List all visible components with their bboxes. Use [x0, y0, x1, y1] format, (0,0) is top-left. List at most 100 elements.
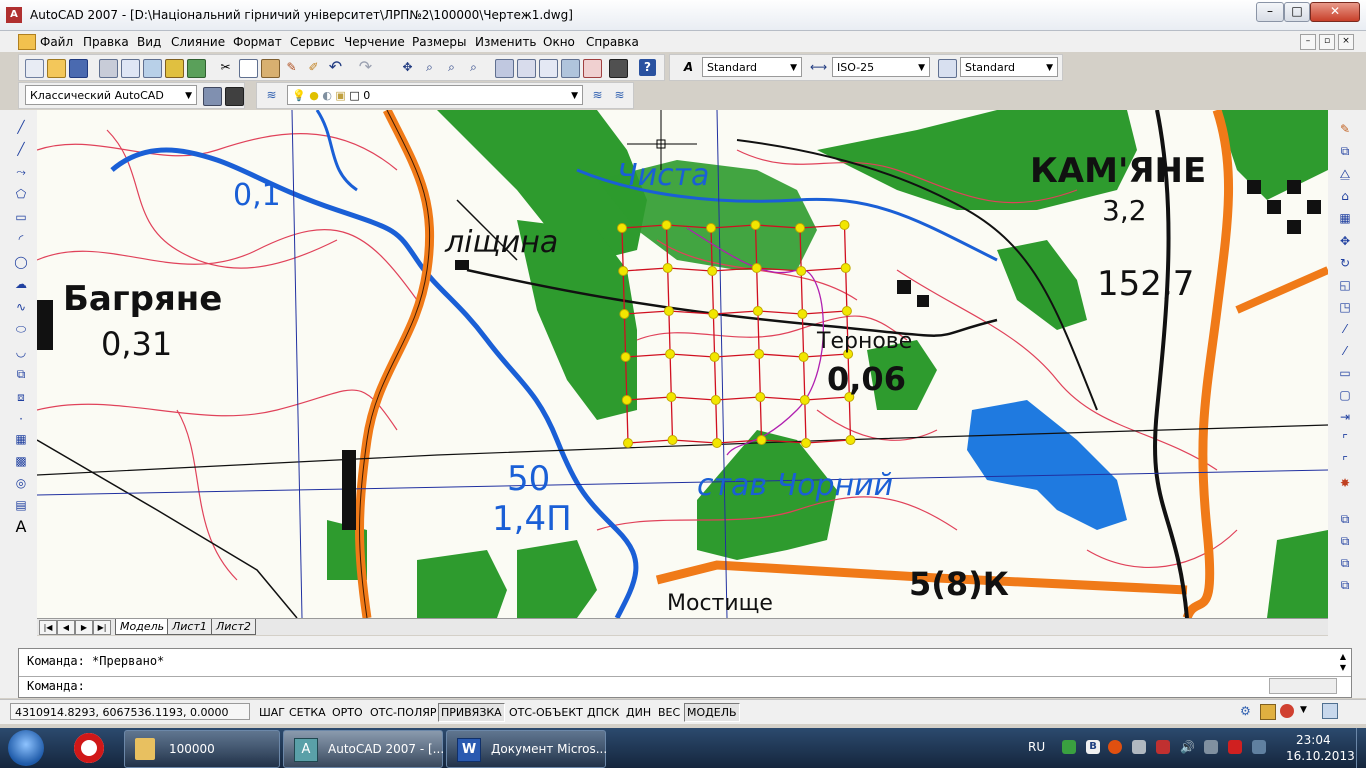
document-icon[interactable]: [18, 34, 36, 50]
doc-close-button[interactable]: ×: [1338, 34, 1354, 50]
taskbar-item-autocad[interactable]: A AutoCAD 2007 - [...: [283, 730, 444, 768]
grid-point[interactable]: [708, 309, 719, 319]
status-toggle-7[interactable]: ДПСК: [584, 703, 622, 722]
toolbar-lock-icon[interactable]: [1260, 704, 1276, 720]
volume-icon[interactable]: 🔊: [1180, 740, 1195, 754]
scale-icon[interactable]: ◱: [1336, 276, 1354, 294]
grid-point[interactable]: [710, 395, 721, 405]
workspace-select[interactable]: Классический AutoCAD ▼: [25, 85, 197, 105]
draworder-back-icon[interactable]: ⧉: [1336, 532, 1354, 550]
polyline-icon[interactable]: ⤳: [12, 163, 30, 181]
drawing-canvas[interactable]: Чиста КАМ'ЯНЕ 3,2 ліщина Багряне 0,31 0,…: [37, 110, 1328, 618]
status-toggle-3[interactable]: ОРТО: [329, 703, 366, 722]
grid-point[interactable]: [841, 306, 852, 316]
status-toggle-8[interactable]: ДИН: [623, 703, 654, 722]
prev-tab-icon[interactable]: ◀: [57, 620, 75, 635]
offset-icon[interactable]: ⌂: [1336, 187, 1354, 205]
grid-point[interactable]: [840, 263, 851, 273]
tray-network-icon[interactable]: [1156, 740, 1170, 754]
history-scrollbar[interactable]: ▲ ▼: [1337, 651, 1349, 673]
properties-icon[interactable]: [495, 59, 514, 78]
menu-format[interactable]: Формат: [233, 35, 282, 49]
rectangle-icon[interactable]: ▭: [12, 208, 30, 226]
trim-icon[interactable]: ⁄: [1336, 320, 1354, 338]
tray-vk-icon[interactable]: B: [1086, 740, 1100, 754]
tray-update-icon[interactable]: [1062, 740, 1076, 754]
grid-point[interactable]: [712, 438, 722, 448]
region-icon[interactable]: ◎: [12, 474, 30, 492]
tab-model[interactable]: Модель: [115, 619, 170, 635]
draworder-above-icon[interactable]: ⧉: [1336, 554, 1354, 572]
tray-app-icon[interactable]: [1132, 740, 1146, 754]
erase-icon[interactable]: ✎: [1336, 120, 1354, 138]
grid-point[interactable]: [754, 349, 765, 359]
multiline-text-icon[interactable]: A: [12, 518, 30, 536]
mirror-icon[interactable]: ⧋: [1336, 165, 1354, 183]
fillet-icon[interactable]: ⌜: [1336, 452, 1354, 470]
array-icon[interactable]: ▦: [1336, 209, 1354, 227]
grid-point[interactable]: [750, 220, 761, 230]
ellipse-arc-icon[interactable]: ◡: [12, 343, 30, 361]
workspace-save-icon[interactable]: [225, 87, 244, 106]
dim-style-icon[interactable]: ⟷: [810, 59, 827, 76]
break-at-point-icon[interactable]: ▢: [1336, 386, 1354, 404]
match-properties-icon[interactable]: ✎: [283, 59, 300, 76]
etransmit-icon[interactable]: [187, 59, 206, 78]
layer-previous-icon[interactable]: ≋: [611, 87, 628, 104]
close-button[interactable]: ✕: [1310, 2, 1360, 22]
text-style-icon[interactable]: A: [680, 59, 697, 76]
block-editor-icon[interactable]: ✐: [305, 59, 322, 76]
preview-icon[interactable]: [121, 59, 140, 78]
language-indicator[interactable]: RU: [1028, 740, 1045, 754]
grid-point[interactable]: [752, 306, 763, 316]
calculator-icon[interactable]: [609, 59, 628, 78]
command-hscrollbar[interactable]: [1269, 678, 1337, 694]
zoom-previous-icon[interactable]: ⌕: [465, 59, 482, 76]
menu-dimension[interactable]: Размеры: [412, 35, 467, 49]
pan-icon[interactable]: ✥: [399, 59, 416, 76]
redo-icon[interactable]: ↷: [357, 57, 374, 76]
markup-icon[interactable]: [583, 59, 602, 78]
autocad-icon[interactable]: A: [6, 7, 22, 23]
clock-time[interactable]: 23:04: [1296, 733, 1331, 747]
tool-palettes-icon[interactable]: [539, 59, 558, 78]
grid-point[interactable]: [797, 309, 808, 319]
point-icon[interactable]: ·: [12, 410, 30, 428]
status-toggle-1[interactable]: ШАГ: [256, 703, 288, 722]
opera-icon[interactable]: [74, 733, 104, 763]
grid-point[interactable]: [619, 309, 630, 319]
table-icon[interactable]: ▤: [12, 496, 30, 514]
move-icon[interactable]: ✥: [1336, 232, 1354, 250]
first-tab-icon[interactable]: |◀: [39, 620, 57, 635]
clock-date[interactable]: 16.10.2013: [1286, 749, 1355, 763]
grid-point[interactable]: [620, 352, 631, 362]
table-style-icon[interactable]: [938, 59, 957, 78]
taskbar-item-word[interactable]: W Документ Micros...: [446, 730, 607, 768]
tray-alert-icon[interactable]: [1108, 740, 1122, 754]
copy-object-icon[interactable]: ⧉: [1336, 142, 1354, 160]
cut-icon[interactable]: ✂: [217, 59, 234, 76]
tray-flag-icon[interactable]: [1228, 740, 1242, 754]
break-icon[interactable]: ▭: [1336, 364, 1354, 382]
join-icon[interactable]: ⇥: [1336, 408, 1354, 426]
grid-point[interactable]: [661, 220, 672, 230]
save-icon[interactable]: [69, 59, 88, 78]
polygon-icon[interactable]: ⬠: [12, 185, 30, 203]
tray-monitor-icon[interactable]: [1204, 740, 1218, 754]
rotate-icon[interactable]: ↻: [1336, 254, 1354, 272]
open-icon[interactable]: [47, 59, 66, 78]
grid-point[interactable]: [799, 395, 810, 405]
revision-cloud-icon[interactable]: ☁: [12, 275, 30, 293]
draworder-front-icon[interactable]: ⧉: [1336, 510, 1354, 528]
maximize-button[interactable]: □: [1284, 2, 1310, 22]
arc-icon[interactable]: ◜: [12, 230, 30, 248]
zoom-window-icon[interactable]: ⌕: [443, 59, 460, 76]
grid-point[interactable]: [706, 223, 716, 233]
hatch-icon[interactable]: ▦: [12, 430, 30, 448]
explode-icon[interactable]: ✸: [1336, 474, 1354, 492]
new-icon[interactable]: [25, 59, 44, 78]
grid-point[interactable]: [707, 266, 718, 276]
circle-icon[interactable]: ◯: [12, 253, 30, 271]
last-tab-icon[interactable]: ▶|: [93, 620, 111, 635]
grid-point[interactable]: [796, 266, 807, 276]
